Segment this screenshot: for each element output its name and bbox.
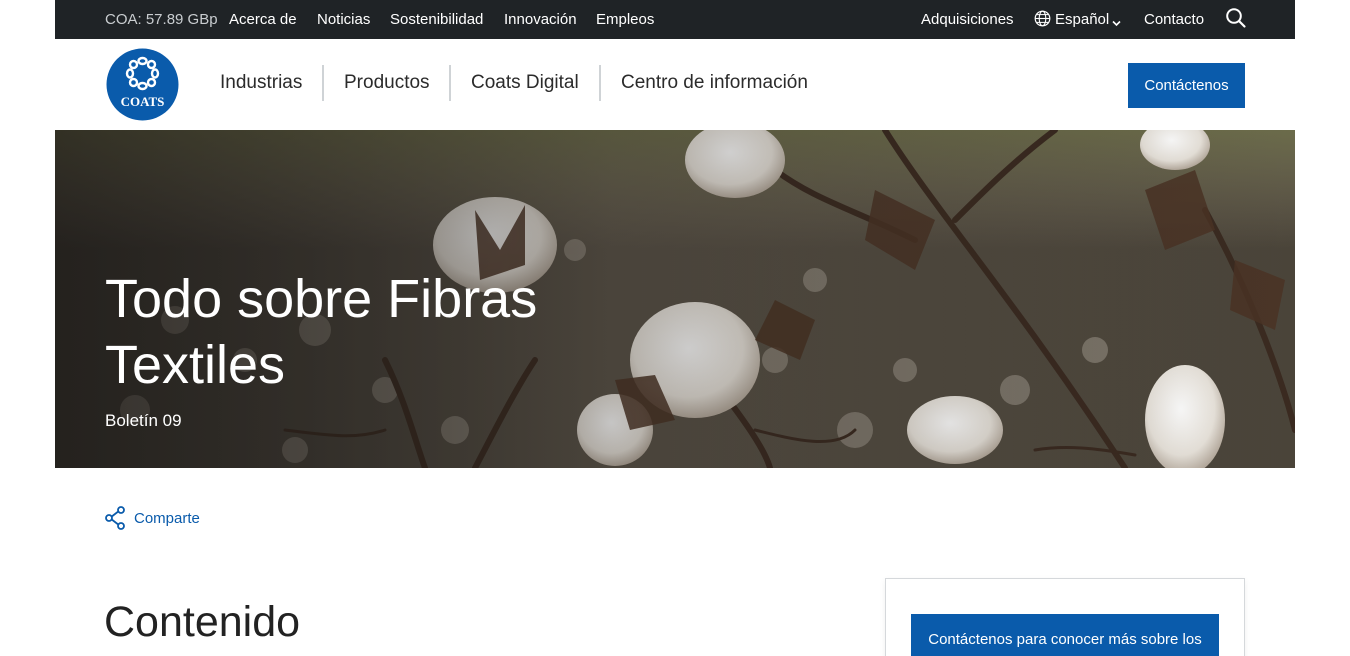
share-label: Comparte: [134, 509, 200, 527]
utility-link-careers[interactable]: Empleos: [596, 11, 654, 28]
sidebar-card: Contáctenos para conocer más sobre los h…: [885, 578, 1245, 656]
contact-us-button[interactable]: Contáctenos: [1128, 63, 1245, 108]
svg-text:COATS: COATS: [121, 94, 165, 109]
nav-item-information-center[interactable]: Centro de información: [621, 72, 808, 94]
stock-ticker: COA: 57.89 GBp: [105, 11, 218, 28]
nav-divider: [449, 65, 451, 101]
chevron-down-icon: [1112, 14, 1121, 31]
coats-logo[interactable]: COATS: [106, 48, 179, 121]
nav-item-industries[interactable]: Industrias: [220, 72, 302, 94]
hero-title: Todo sobre Fibras Textiles: [105, 269, 538, 395]
share-button[interactable]: Comparte: [104, 506, 200, 530]
globe-icon: [1034, 10, 1051, 31]
content-heading: Contenido: [104, 598, 301, 646]
hero-banner: Todo sobre Fibras Textiles Boletín 09: [55, 130, 1295, 468]
utility-link-news[interactable]: Noticias: [317, 11, 370, 28]
share-icon: [105, 506, 125, 530]
nav-divider: [599, 65, 601, 101]
nav-divider: [322, 65, 324, 101]
utility-link-acquisitions[interactable]: Adquisiciones: [921, 11, 1014, 28]
utility-link-contact[interactable]: Contacto: [1144, 11, 1204, 28]
main-header: COATS Industrias Productos Coats Digital…: [55, 39, 1295, 130]
utility-bar: COA: 57.89 GBp Acerca de Noticias Sosten…: [55, 0, 1295, 39]
language-selector[interactable]: Español: [1055, 11, 1109, 28]
contact-learn-more-button[interactable]: Contáctenos para conocer más sobre los h…: [911, 614, 1219, 656]
utility-link-innovation[interactable]: Innovación: [504, 11, 577, 28]
utility-link-about[interactable]: Acerca de: [229, 11, 297, 28]
search-icon[interactable]: [1225, 7, 1247, 29]
nav-item-products[interactable]: Productos: [344, 72, 430, 94]
hero-subtitle: Boletín 09: [105, 411, 182, 430]
nav-item-coats-digital[interactable]: Coats Digital: [471, 72, 579, 94]
utility-link-sustainability[interactable]: Sostenibilidad: [390, 11, 483, 28]
